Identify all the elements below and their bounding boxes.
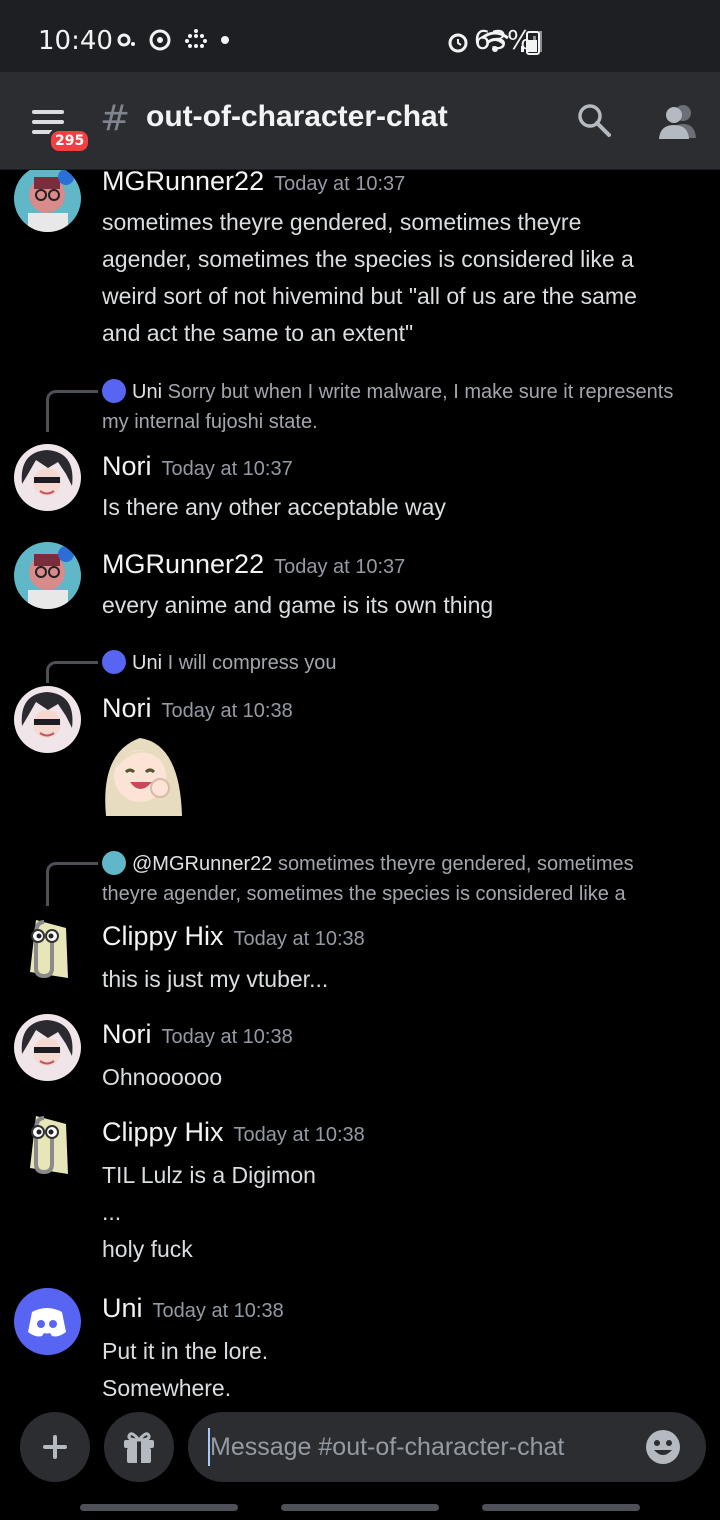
nav-home[interactable]: [281, 1504, 439, 1511]
discord-logo-icon: [28, 1308, 66, 1337]
message-content: Is there any other acceptable way: [102, 494, 446, 520]
message-timestamp: Today at 10:38: [233, 928, 365, 950]
message-timestamp: Today at 10:38: [161, 1026, 293, 1048]
message-author[interactable]: Nori Today at 10:38: [102, 693, 293, 724]
gift-button[interactable]: [104, 1412, 174, 1482]
discord-logo-icon: [102, 650, 126, 674]
message-author[interactable]: MGRunner22 Today at 10:37: [102, 170, 405, 197]
message-timestamp: Today at 10:38: [161, 700, 293, 722]
message-list[interactable]: MGRunner22 Today at 10:37 sometimes theyr…: [0, 170, 720, 1410]
avatar-clippy-hix[interactable]: [14, 914, 81, 981]
message-author[interactable]: Nori Today at 10:37: [102, 451, 293, 482]
avatar-mgrunner22[interactable]: [14, 542, 81, 609]
call-forward-icon: [117, 33, 135, 47]
message-input[interactable]: [208, 1428, 628, 1466]
message-content: Put it in the lore. Somewhere.: [102, 1338, 269, 1401]
discord-logo-icon: [102, 379, 126, 403]
nav-back[interactable]: [482, 1504, 640, 1511]
reply-preview[interactable]: Uni Sorry but when I write malware, I ma…: [102, 377, 680, 437]
reply-connector: [46, 862, 98, 906]
grid-dots-icon: [185, 29, 207, 48]
message-input-container[interactable]: [188, 1412, 706, 1482]
avatar-nori[interactable]: [14, 686, 81, 753]
members-icon[interactable]: [656, 102, 698, 140]
message-timestamp: Today at 10:37: [274, 556, 406, 578]
message-author[interactable]: MGRunner22 Today at 10:37: [102, 549, 405, 580]
message-timestamp: Today at 10:38: [152, 1300, 284, 1322]
dot-icon: [221, 36, 229, 44]
status-notification-icons: [116, 28, 230, 52]
gift-icon: [124, 1432, 154, 1463]
message-content: sometimes theyre gendered, sometimes the…: [102, 209, 637, 346]
sync-icon: [149, 29, 171, 51]
message-content: Ohnoooooo: [102, 1064, 223, 1090]
reply-preview[interactable]: @MGRunner22 sometimes theyre gendered, s…: [102, 849, 680, 909]
message-composer: [0, 1410, 720, 1520]
mini-avatar-mgrunner22: [102, 851, 126, 875]
message-author[interactable]: Nori Today at 10:38: [102, 1019, 293, 1050]
emoji-icon[interactable]: [644, 1428, 682, 1466]
battery-percent: 63%: [474, 26, 532, 56]
message-author[interactable]: Clippy Hix Today at 10:38: [102, 1117, 365, 1148]
channel-header: 295 # out-of-character-chat: [0, 72, 720, 170]
channel-hash-icon: #: [100, 98, 131, 139]
battery-icon: [526, 31, 540, 55]
avatar-nori[interactable]: [14, 444, 81, 511]
nav-recent-apps[interactable]: [80, 1504, 238, 1511]
message-content: TIL Lulz is a Digimon... holy fuck: [102, 1162, 316, 1262]
message-timestamp: Today at 10:38: [233, 1124, 365, 1146]
message-author[interactable]: Uni Today at 10:38: [102, 1293, 284, 1324]
avatar-nori[interactable]: [14, 1014, 81, 1081]
notification-badge: 295: [48, 128, 92, 154]
search-icon[interactable]: [576, 102, 612, 138]
status-bar: 10:40 63%: [0, 0, 720, 72]
plus-icon: [43, 1435, 67, 1459]
channel-name[interactable]: out-of-character-chat: [146, 100, 448, 134]
message-timestamp: Today at 10:37: [161, 458, 293, 480]
reply-preview[interactable]: Uni I will compress you: [102, 648, 680, 678]
reply-connector: [46, 390, 98, 432]
message-content: every anime and game is its own thing: [102, 592, 494, 618]
reply-connector: [46, 661, 98, 683]
message-author[interactable]: Clippy Hix Today at 10:38: [102, 921, 365, 952]
add-attachment-button[interactable]: [20, 1412, 90, 1482]
alarm-icon: [448, 33, 468, 53]
message-timestamp: Today at 10:37: [274, 173, 406, 195]
status-time: 10:40: [38, 26, 113, 56]
avatar-clippy-hix[interactable]: [14, 1110, 81, 1177]
laughing-anime-girl-sticker[interactable]: [100, 732, 184, 816]
avatar-mgrunner22[interactable]: [14, 170, 81, 232]
message-content: this is just my vtuber...: [102, 966, 329, 992]
avatar-uni[interactable]: [14, 1288, 81, 1355]
message-item: MGRunner22 Today at 10:37 sometimes theyr…: [0, 170, 720, 350]
